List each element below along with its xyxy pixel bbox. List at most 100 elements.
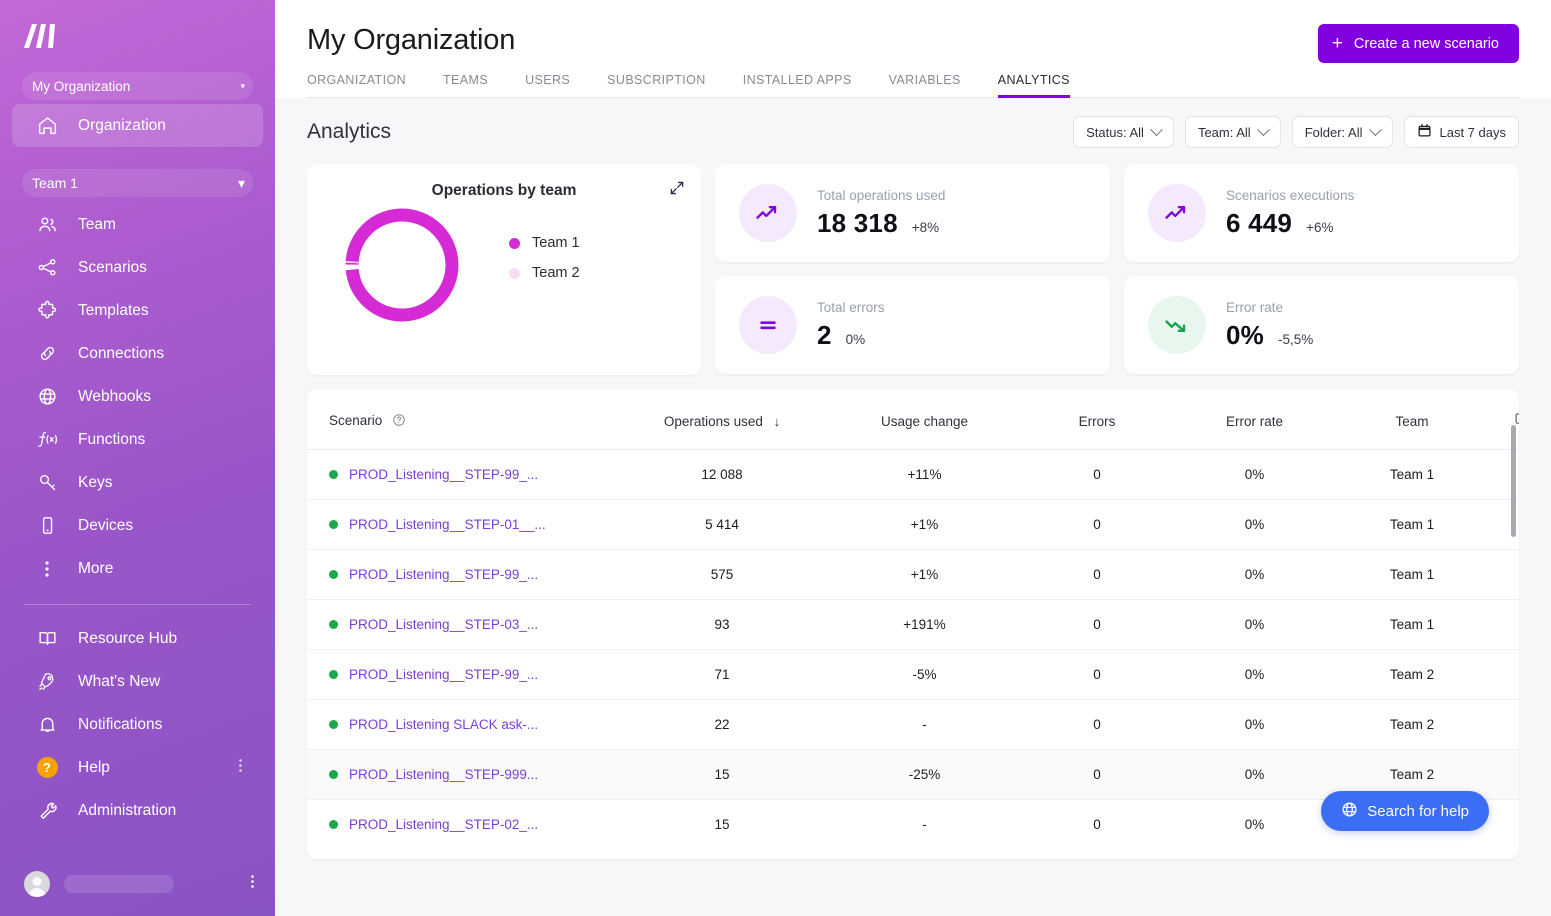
cell-error-rate: 0% bbox=[1172, 699, 1337, 750]
book-icon bbox=[36, 628, 58, 650]
sidebar-item-keys[interactable]: Keys bbox=[12, 461, 263, 504]
tab-subscription[interactable]: SUBSCRIPTION bbox=[607, 73, 706, 97]
trend-up-icon bbox=[1148, 184, 1206, 242]
sidebar-item-administration[interactable]: Administration bbox=[12, 789, 263, 832]
scenario-link[interactable]: PROD_Listening__STEP-03_... bbox=[349, 617, 538, 632]
sort-descending-icon: ↓ bbox=[773, 413, 781, 429]
cell-spacer bbox=[1487, 699, 1519, 750]
filter-folder[interactable]: Folder: All bbox=[1291, 116, 1393, 148]
sidebar-item-scenarios[interactable]: Scenarios bbox=[12, 246, 263, 289]
filter-status[interactable]: Status: All bbox=[1073, 116, 1174, 148]
create-scenario-button[interactable]: + Create a new scenario bbox=[1317, 24, 1519, 63]
sidebar-item-whats-new[interactable]: What's New bbox=[12, 660, 263, 703]
cell-operations: 93 bbox=[617, 599, 827, 650]
legend-item[interactable]: Team 1 bbox=[509, 235, 580, 251]
sidebar-item-label: Notifications bbox=[78, 715, 163, 733]
legend-item[interactable]: Team 2 bbox=[509, 265, 580, 281]
dots-vertical-icon[interactable] bbox=[238, 758, 243, 778]
equals-icon bbox=[739, 296, 797, 354]
table-row[interactable]: PROD_Listening__STEP-99_... 575 +1% 0 0%… bbox=[307, 549, 1519, 600]
sidebar-item-notifications[interactable]: Notifications bbox=[12, 703, 263, 746]
column-header-team[interactable]: Team bbox=[1337, 389, 1487, 450]
sidebar-item-team[interactable]: Team bbox=[12, 203, 263, 246]
kpi-value: 0% bbox=[1226, 319, 1264, 350]
cell-team: Team 1 bbox=[1337, 599, 1487, 650]
share-nodes-icon bbox=[36, 257, 58, 279]
cell-errors: 0 bbox=[1022, 449, 1172, 500]
kpi-row: Total errors 2 0% Error rate 0% -5,5% bbox=[715, 276, 1519, 374]
legend-swatch-icon bbox=[509, 267, 520, 279]
kpi-label: Scenarios executions bbox=[1226, 187, 1355, 203]
expand-icon[interactable] bbox=[669, 180, 685, 201]
avatar bbox=[24, 871, 50, 897]
column-header-operations-used[interactable]: Operations used ↓ bbox=[617, 389, 827, 450]
cell-team: Team 1 bbox=[1337, 549, 1487, 600]
tab-analytics[interactable]: ANALYTICS bbox=[997, 73, 1071, 98]
tab-variables[interactable]: VARIABLES bbox=[889, 73, 961, 97]
user-profile-row[interactable] bbox=[0, 860, 275, 908]
sidebar-item-connections[interactable]: Connections bbox=[12, 332, 263, 375]
sidebar-item-more[interactable]: More bbox=[12, 547, 263, 590]
org-switcher[interactable]: My Organization ▾ bbox=[22, 72, 253, 100]
sidebar-item-webhooks[interactable]: Webhooks bbox=[12, 375, 263, 418]
filter-team[interactable]: Team: All bbox=[1184, 116, 1281, 148]
sidebar-item-label: Team bbox=[78, 215, 116, 233]
tab-bar: ORGANIZATION TEAMS USERS SUBSCRIPTION IN… bbox=[307, 73, 1519, 98]
analytics-content: Analytics Status: All Team: All Folder: … bbox=[275, 98, 1551, 916]
sidebar-item-label: Resource Hub bbox=[78, 629, 178, 647]
cell-spacer bbox=[1487, 649, 1519, 700]
sidebar-item-functions[interactable]: Functions bbox=[12, 418, 263, 461]
tab-installed-apps[interactable]: INSTALLED APPS bbox=[743, 73, 852, 97]
sidebar-item-resource-hub[interactable]: Resource Hub bbox=[12, 617, 263, 660]
kpi-total-errors: Total errors 2 0% bbox=[715, 276, 1110, 374]
sidebar-item-templates[interactable]: Templates bbox=[12, 289, 263, 332]
scenario-link[interactable]: PROD_Listening__STEP-99_... bbox=[349, 467, 538, 482]
cell-error-rate: 0% bbox=[1172, 749, 1337, 800]
filter-team-label: Team: All bbox=[1197, 124, 1251, 140]
sidebar-item-organization[interactable]: Organization bbox=[12, 104, 263, 147]
column-header-usage-change[interactable]: Usage change bbox=[827, 389, 1022, 450]
cell-operations: 5 414 bbox=[617, 499, 827, 550]
column-header-scenario[interactable]: Scenario bbox=[307, 389, 617, 450]
tab-users[interactable]: USERS bbox=[525, 73, 570, 97]
sidebar-item-help[interactable]: ? Help bbox=[12, 746, 263, 789]
tab-teams[interactable]: TEAMS bbox=[443, 73, 488, 97]
kpi-delta: +6% bbox=[1306, 219, 1334, 235]
cell-scenario: PROD_Listening__STEP-01__... bbox=[307, 499, 617, 550]
dots-vertical-icon[interactable] bbox=[250, 874, 255, 894]
table-scrollbar[interactable] bbox=[1511, 425, 1516, 537]
trend-up-icon bbox=[739, 184, 797, 242]
table-row[interactable]: PROD_Listening__STEP-01__... 5 414 +1% 0… bbox=[307, 499, 1519, 550]
team-switcher[interactable]: Team 1 ▾ bbox=[22, 169, 253, 197]
sidebar-item-devices[interactable]: Devices bbox=[12, 504, 263, 547]
cell-usage-change: +1% bbox=[827, 549, 1022, 600]
make-logo[interactable] bbox=[0, 0, 275, 62]
column-header-errors[interactable]: Errors bbox=[1022, 389, 1172, 450]
scenario-link[interactable]: PROD_Listening__STEP-02_... bbox=[349, 817, 538, 832]
cell-team: Team 1 bbox=[1337, 499, 1487, 550]
cell-spacer bbox=[1487, 599, 1519, 650]
table-row[interactable]: PROD_Listening__STEP-99_... 12 088 +11% … bbox=[307, 449, 1519, 500]
table-row[interactable]: PROD_Listening SLACK ask-... 22 - 0 0% T… bbox=[307, 699, 1519, 750]
scenario-link[interactable]: PROD_Listening__STEP-99_... bbox=[349, 567, 538, 582]
question-circle-icon[interactable] bbox=[392, 413, 406, 430]
sidebar-item-label: What's New bbox=[78, 672, 161, 690]
cell-error-rate: 0% bbox=[1172, 449, 1337, 500]
scenario-link[interactable]: PROD_Listening__STEP-999... bbox=[349, 767, 538, 782]
table-row[interactable]: PROD_Listening__STEP-99_... 71 -5% 0 0% … bbox=[307, 649, 1519, 700]
scenario-link[interactable]: PROD_Listening__STEP-01__... bbox=[349, 517, 546, 532]
search-for-help-button[interactable]: Search for help bbox=[1321, 791, 1489, 831]
cell-usage-change: +11% bbox=[827, 449, 1022, 500]
column-header-error-rate[interactable]: Error rate bbox=[1172, 389, 1337, 450]
sidebar-item-label: Keys bbox=[78, 473, 113, 491]
globe-icon bbox=[1341, 801, 1358, 822]
home-icon bbox=[36, 115, 58, 137]
scenario-link[interactable]: PROD_Listening__STEP-99_... bbox=[349, 667, 538, 682]
cell-errors: 0 bbox=[1022, 749, 1172, 800]
tab-organization[interactable]: ORGANIZATION bbox=[307, 73, 406, 97]
scenario-link[interactable]: PROD_Listening SLACK ask-... bbox=[349, 717, 538, 732]
filter-date-range[interactable]: Last 7 days bbox=[1403, 116, 1519, 148]
cell-usage-change: +191% bbox=[827, 599, 1022, 650]
table-row[interactable]: PROD_Listening__STEP-03_... 93 +191% 0 0… bbox=[307, 599, 1519, 650]
filter-date-label: Last 7 days bbox=[1439, 124, 1507, 140]
